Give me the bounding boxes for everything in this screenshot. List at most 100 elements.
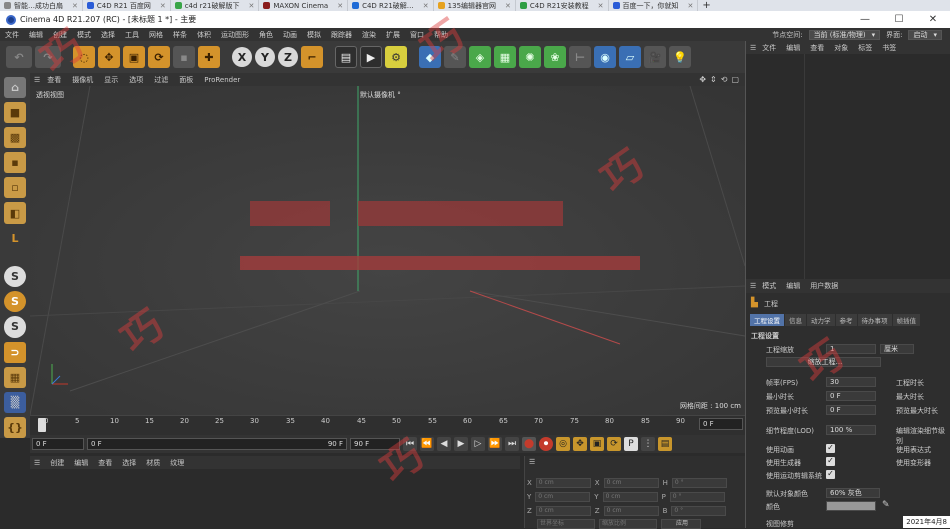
camera-label[interactable]: 默认摄像机 °: [360, 90, 401, 100]
object-menu-bookmarks[interactable]: 书签: [878, 43, 900, 53]
material-menu-create[interactable]: 创建: [46, 458, 68, 468]
hamburger-icon[interactable]: ☰: [529, 458, 535, 466]
browser-tab[interactable]: MAXON Cinema ✕: [259, 0, 349, 11]
new-tab-button[interactable]: +: [698, 0, 714, 11]
camera-icon[interactable]: 🎥: [644, 46, 666, 68]
viewport-menu-cameras[interactable]: 摄像机: [68, 75, 97, 85]
material-menu-texture[interactable]: 纹理: [166, 458, 188, 468]
browser-tab[interactable]: c4d r21破解版下 ✕: [171, 0, 260, 11]
pan-icon[interactable]: ✥: [699, 75, 706, 84]
position-x-field[interactable]: 0 cm: [535, 478, 591, 488]
material-menu-edit[interactable]: 编辑: [70, 458, 92, 468]
menu-mode[interactable]: 模式: [72, 30, 96, 40]
menu-tools[interactable]: 工具: [120, 30, 144, 40]
auto-key-icon[interactable]: ⏺: [539, 437, 553, 451]
material-menu-select[interactable]: 选择: [118, 458, 140, 468]
record-icon[interactable]: ⬤: [522, 437, 536, 451]
default-color-dropdown[interactable]: 60% 灰色: [826, 488, 880, 498]
close-icon[interactable]: ✕: [598, 2, 604, 10]
hamburger-icon[interactable]: ☰: [750, 282, 756, 290]
close-button[interactable]: ✕: [916, 14, 950, 25]
project-scale-field[interactable]: 1: [826, 344, 876, 354]
close-icon[interactable]: ✕: [423, 2, 429, 10]
workplane-icon[interactable]: ▦: [4, 366, 26, 388]
recent-tool-icon[interactable]: ▪: [173, 46, 195, 68]
maximize-button[interactable]: ☐: [882, 14, 916, 25]
y-axis-lock-button[interactable]: Y: [255, 47, 275, 67]
make-editable-icon[interactable]: ⌂: [4, 77, 26, 99]
subdivision-icon[interactable]: ◈: [469, 46, 491, 68]
menu-mesh[interactable]: 网格: [144, 30, 168, 40]
prev-frame-icon[interactable]: ◀: [437, 437, 451, 451]
size-y-field[interactable]: 0 cm: [602, 492, 658, 502]
layout-dropdown[interactable]: 启动 ▾: [908, 29, 942, 40]
start-frame-field[interactable]: 0 F: [32, 438, 84, 450]
viewport-menu-panel[interactable]: 面板: [175, 75, 197, 85]
timeline-window-icon[interactable]: ▤: [658, 437, 672, 451]
end-frame-field[interactable]: 90 F: [350, 438, 400, 450]
object-menu-tags[interactable]: 标签: [854, 43, 876, 53]
magnet-icon[interactable]: ⊃: [4, 341, 26, 363]
deformer-icon[interactable]: ⊢: [569, 46, 591, 68]
rotate-tool-icon[interactable]: ⟳: [148, 46, 170, 68]
menu-simulate[interactable]: 模拟: [302, 30, 326, 40]
field-icon[interactable]: ❀: [544, 46, 566, 68]
next-frame-icon[interactable]: ▷: [471, 437, 485, 451]
viewport-menu-options[interactable]: 选项: [125, 75, 147, 85]
rotation-h-field[interactable]: 0 °: [671, 478, 727, 488]
render-to-picture-viewer-icon[interactable]: ▶: [360, 46, 382, 68]
tab-todo[interactable]: 待办事项: [857, 314, 892, 326]
rotation-p-field[interactable]: 0 °: [669, 492, 725, 502]
go-to-end-icon[interactable]: ⏭: [505, 437, 519, 451]
polygons-mode-icon[interactable]: ◧: [4, 202, 26, 224]
browser-tab[interactable]: 百度一下，你就知 ✕: [609, 0, 699, 11]
close-icon[interactable]: ✕: [160, 2, 166, 10]
preview-range-slider[interactable]: 0 F 90 F: [87, 438, 347, 450]
extrude-icon[interactable]: ▦: [494, 46, 516, 68]
hamburger-icon[interactable]: ☰: [34, 76, 40, 84]
object-menu-file[interactable]: 文件: [758, 43, 780, 53]
menu-help[interactable]: 帮助: [429, 30, 453, 40]
undo-button[interactable]: ↶: [6, 46, 32, 68]
cube-icon[interactable]: ◆: [419, 46, 441, 68]
eyedropper-icon[interactable]: ✎: [882, 500, 890, 510]
menu-edit[interactable]: 编辑: [24, 30, 48, 40]
coordinate-system-icon[interactable]: ⌐: [301, 46, 323, 68]
min-time-field[interactable]: 0 F: [826, 391, 876, 401]
viewport-menu-prorender[interactable]: ProRender: [200, 76, 244, 84]
viewport-menu-view[interactable]: 查看: [43, 75, 65, 85]
menu-spline[interactable]: 样条: [168, 30, 192, 40]
tab-reference[interactable]: 参考: [835, 314, 857, 326]
attr-menu-mode[interactable]: 模式: [758, 281, 780, 291]
z-axis-lock-button[interactable]: Z: [278, 47, 298, 67]
menu-volume[interactable]: 体积: [192, 30, 216, 40]
browser-tab[interactable]: C4D R21安装教程 ✕: [516, 0, 609, 11]
attr-menu-userdata[interactable]: 用户数据: [806, 281, 842, 291]
keyframe-selection-icon[interactable]: ◎: [556, 437, 570, 451]
position-y-field[interactable]: 0 cm: [535, 492, 591, 502]
position-z-field[interactable]: 0 cm: [535, 506, 591, 516]
orbit-icon[interactable]: ⟲: [721, 75, 728, 84]
redo-button[interactable]: ↷: [35, 46, 61, 68]
menu-select[interactable]: 选择: [96, 30, 120, 40]
lod-field[interactable]: 100 %: [826, 425, 876, 435]
use-motion-system-checkbox[interactable]: ✓: [826, 470, 835, 479]
play-icon[interactable]: ▶: [454, 437, 468, 451]
material-menu-material[interactable]: 材质: [142, 458, 164, 468]
tab-interpolation[interactable]: 帧插值: [892, 314, 920, 326]
material-manager-area[interactable]: [30, 469, 520, 528]
menu-render[interactable]: 渲染: [357, 30, 381, 40]
browser-tab[interactable]: 135编辑器官网 ✕: [434, 0, 516, 11]
environment-icon[interactable]: ◉: [594, 46, 616, 68]
cloner-icon[interactable]: ✺: [519, 46, 541, 68]
color-swatch[interactable]: [826, 501, 876, 511]
pen-icon[interactable]: ✎: [444, 46, 466, 68]
size-z-field[interactable]: 0 cm: [603, 506, 659, 516]
maximize-view-icon[interactable]: ▢: [731, 75, 739, 84]
perspective-viewport[interactable]: 透视视图 默认摄像机 ° 网格间距 : 100 cm: [30, 86, 745, 415]
key-position-icon[interactable]: ✥: [573, 437, 587, 451]
object-manager-area[interactable]: [745, 54, 950, 279]
menu-create[interactable]: 创建: [48, 30, 72, 40]
x-axis-lock-button[interactable]: X: [232, 47, 252, 67]
tab-dynamics[interactable]: 动力学: [807, 314, 835, 326]
